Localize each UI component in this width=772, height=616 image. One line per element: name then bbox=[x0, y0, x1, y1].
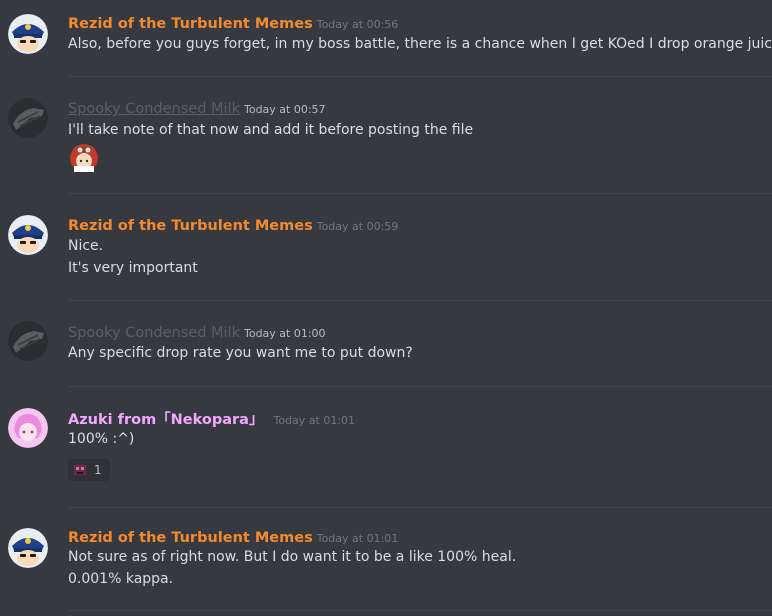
message-text: Any specific drop rate you want me to pu… bbox=[68, 345, 413, 361]
avatar[interactable] bbox=[8, 98, 48, 138]
message-timestamp: Today at 00:56 bbox=[316, 18, 399, 31]
reaction-count: 1 bbox=[94, 463, 102, 477]
message-text: I'll take note of that now and add it be… bbox=[68, 122, 474, 138]
pink-girl-avatar-icon bbox=[8, 408, 48, 448]
author-name[interactable]: Azuki from「Nekopara」 bbox=[68, 412, 263, 428]
divider bbox=[68, 610, 772, 611]
avatar[interactable] bbox=[8, 215, 48, 255]
avatar[interactable] bbox=[8, 321, 48, 361]
author-name[interactable]: Rezid of the Turbulent Memes bbox=[68, 218, 313, 234]
divider bbox=[68, 386, 772, 387]
captain-avatar-icon bbox=[8, 14, 48, 54]
divider bbox=[68, 76, 772, 77]
message-timestamp: Today at 00:57 bbox=[243, 103, 326, 116]
avatar[interactable] bbox=[8, 408, 48, 448]
reaction-button[interactable]: 1 bbox=[68, 459, 110, 481]
glove-avatar-icon bbox=[8, 98, 48, 138]
pixel-creature-emoji-icon bbox=[74, 465, 86, 475]
message-timestamp: Today at 00:59 bbox=[316, 220, 399, 233]
message-text: It's very important bbox=[68, 260, 198, 276]
avatar[interactable] bbox=[8, 14, 48, 54]
captain-avatar-icon bbox=[8, 528, 48, 568]
message-timestamp: Today at 01:01 bbox=[273, 414, 356, 427]
message-text: 0.001% kappa. bbox=[68, 571, 174, 587]
author-name[interactable]: Rezid of the Turbulent Memes bbox=[68, 530, 313, 546]
message-text: Nice. bbox=[68, 238, 104, 254]
author-name[interactable]: Rezid of the Turbulent Memes bbox=[68, 16, 313, 32]
message-text: Not sure as of right now. But I do want … bbox=[68, 549, 517, 565]
message-text: Also, before you guys forget, in my boss… bbox=[68, 36, 772, 52]
divider bbox=[68, 300, 772, 301]
divider bbox=[68, 193, 772, 194]
red-hair-girl-emoji-icon[interactable] bbox=[68, 142, 100, 174]
avatar[interactable] bbox=[8, 528, 48, 568]
author-name[interactable]: Spooky Condensed Milk bbox=[68, 325, 240, 341]
divider bbox=[68, 507, 772, 508]
glove-avatar-icon bbox=[8, 321, 48, 361]
message-timestamp: Today at 01:01 bbox=[316, 532, 399, 545]
captain-avatar-icon bbox=[8, 215, 48, 255]
message-text: 100% :^) bbox=[68, 431, 135, 447]
author-name[interactable]: Spooky Condensed Milk bbox=[68, 101, 240, 117]
message-timestamp: Today at 01:00 bbox=[243, 327, 326, 340]
